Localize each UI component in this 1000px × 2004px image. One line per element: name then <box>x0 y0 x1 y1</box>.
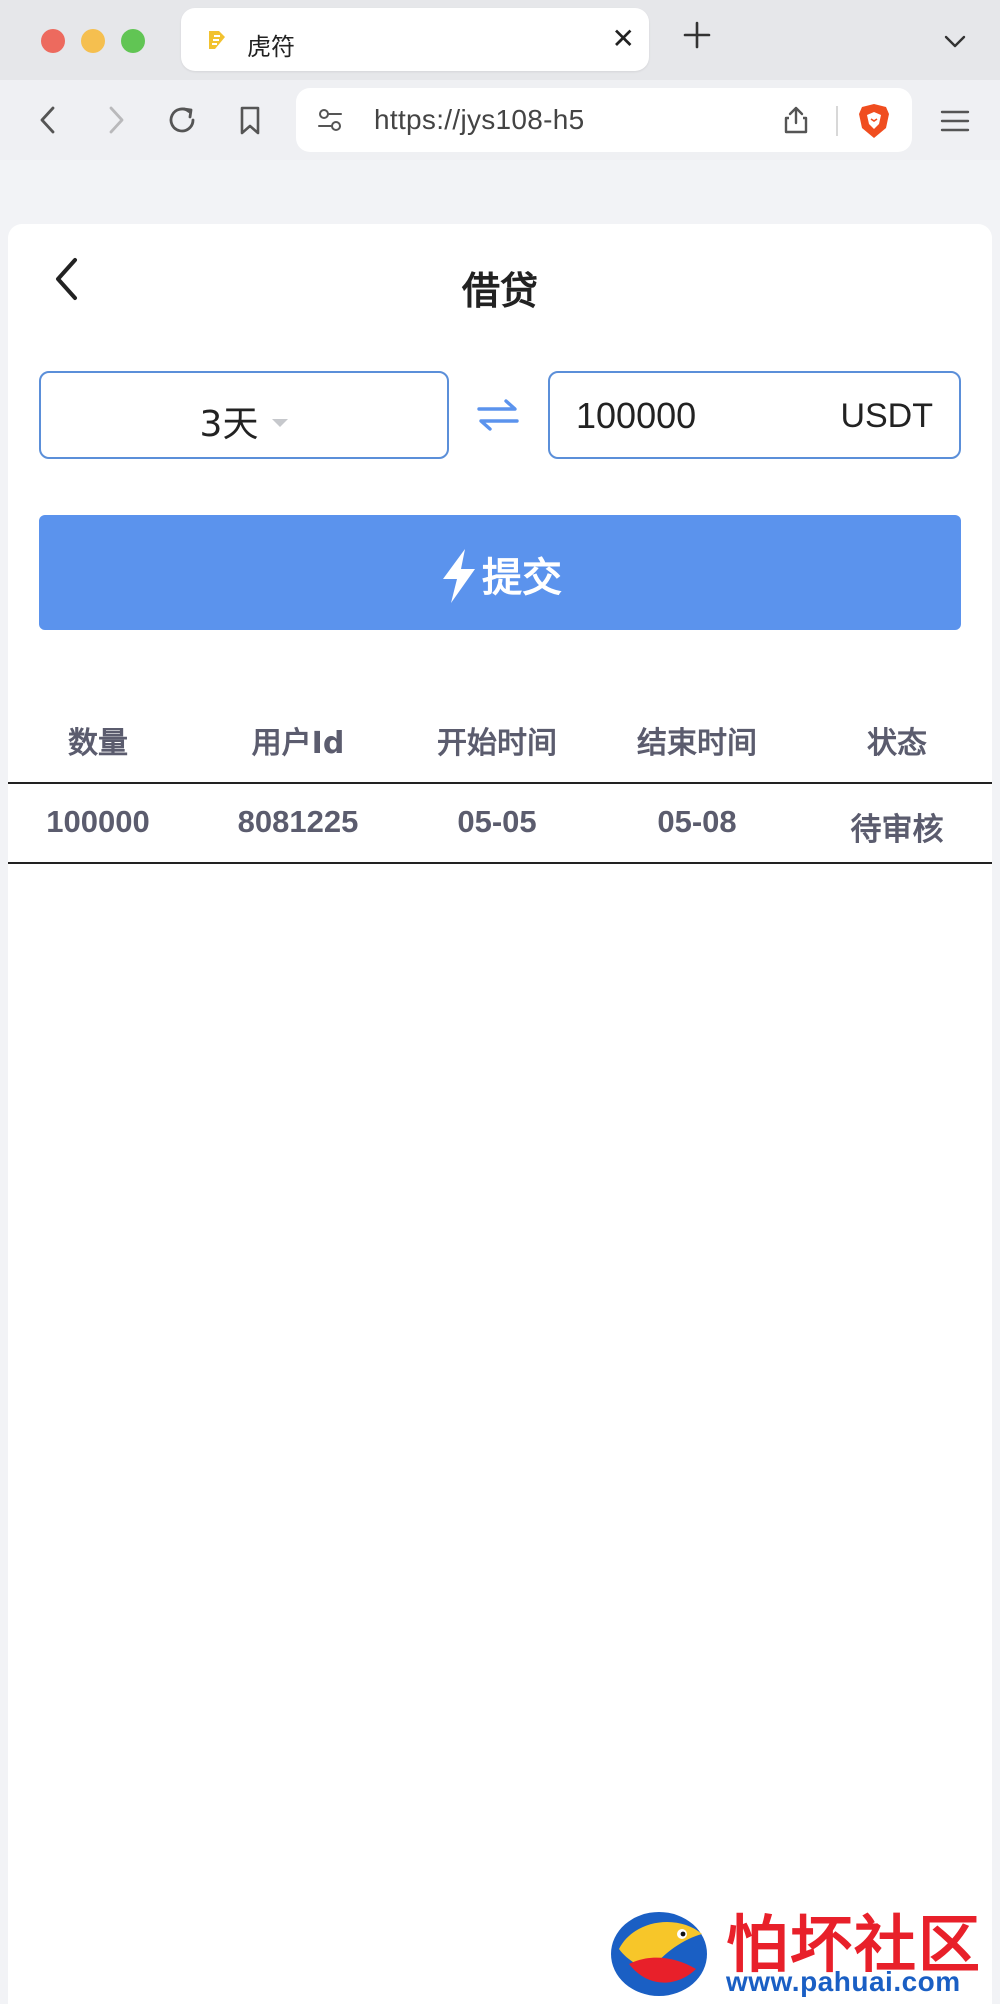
column-header-start-time: 开始时间 <box>437 726 557 761</box>
period-select-value: 3天 <box>199 404 259 445</box>
toolbar-divider <box>836 106 838 136</box>
submit-button-label: 提交 <box>482 555 562 601</box>
share-icon[interactable] <box>780 104 812 136</box>
new-tab-icon[interactable] <box>680 18 714 52</box>
address-bar[interactable]: https://jys108-h5 <box>296 88 912 152</box>
tab-title: 虎符 <box>247 33 295 61</box>
maximize-window-button[interactable] <box>121 29 145 53</box>
site-favicon-icon <box>209 31 225 49</box>
column-header-quantity: 数量 <box>68 726 128 761</box>
cell-status: 待审核 <box>850 812 944 848</box>
period-select[interactable]: 3天 <box>39 371 449 459</box>
submit-button[interactable]: 提交 <box>39 515 961 630</box>
table-row[interactable]: 100000 8081225 05-05 05-08 待审核 <box>8 784 992 864</box>
forward-nav-icon[interactable] <box>96 100 136 140</box>
caret-down-icon <box>272 419 289 427</box>
brave-shield-icon[interactable] <box>856 102 892 140</box>
column-header-status: 状态 <box>867 726 927 761</box>
reload-icon[interactable] <box>162 100 202 140</box>
table-header: 数量 用户Id 开始时间 结束时间 状态 <box>8 694 992 784</box>
close-tab-icon[interactable]: ✕ <box>612 24 635 54</box>
swap-arrows-icon[interactable] <box>475 396 521 434</box>
amount-input[interactable] <box>576 395 796 437</box>
minimize-window-button[interactable] <box>81 29 105 53</box>
url-text[interactable]: https://jys108-h5 <box>374 104 585 136</box>
cell-quantity: 100000 <box>46 804 150 839</box>
fish-logo-icon <box>611 1912 707 1996</box>
lightning-bolt-icon <box>443 549 475 603</box>
amount-unit: USDT <box>840 397 933 435</box>
browser-toolbar: https://jys108-h5 <box>0 80 1000 160</box>
browser-tab-bar: 虎符 ✕ <box>0 0 1000 80</box>
site-watermark: 怕坏社区 www.pahuai.com <box>604 1894 1000 2004</box>
bookmark-icon[interactable] <box>230 100 270 140</box>
loan-records-table: 数量 用户Id 开始时间 结束时间 状态 100000 8081225 05-0… <box>8 694 992 864</box>
amount-field[interactable]: USDT <box>548 371 961 459</box>
page-container: 借贷 3天 USDT 提交 数量 用户Id 开始时间 结束时间 状态 10000… <box>8 224 992 2004</box>
cell-end-time: 05-08 <box>657 804 737 839</box>
page-title: 借贷 <box>461 269 538 313</box>
hamburger-menu-icon[interactable] <box>938 108 972 134</box>
site-settings-icon[interactable] <box>316 106 344 134</box>
cell-user-id: 8081225 <box>237 804 359 839</box>
column-header-user-id: 用户Id <box>251 726 345 761</box>
close-window-button[interactable] <box>41 29 65 53</box>
back-nav-icon[interactable] <box>28 100 68 140</box>
chevron-down-icon[interactable] <box>940 26 970 56</box>
browser-tab[interactable]: 虎符 ✕ <box>181 8 649 71</box>
column-header-end-time: 结束时间 <box>637 726 757 761</box>
watermark-url: www.pahuai.com <box>726 1966 961 1997</box>
cell-start-time: 05-05 <box>457 804 537 839</box>
